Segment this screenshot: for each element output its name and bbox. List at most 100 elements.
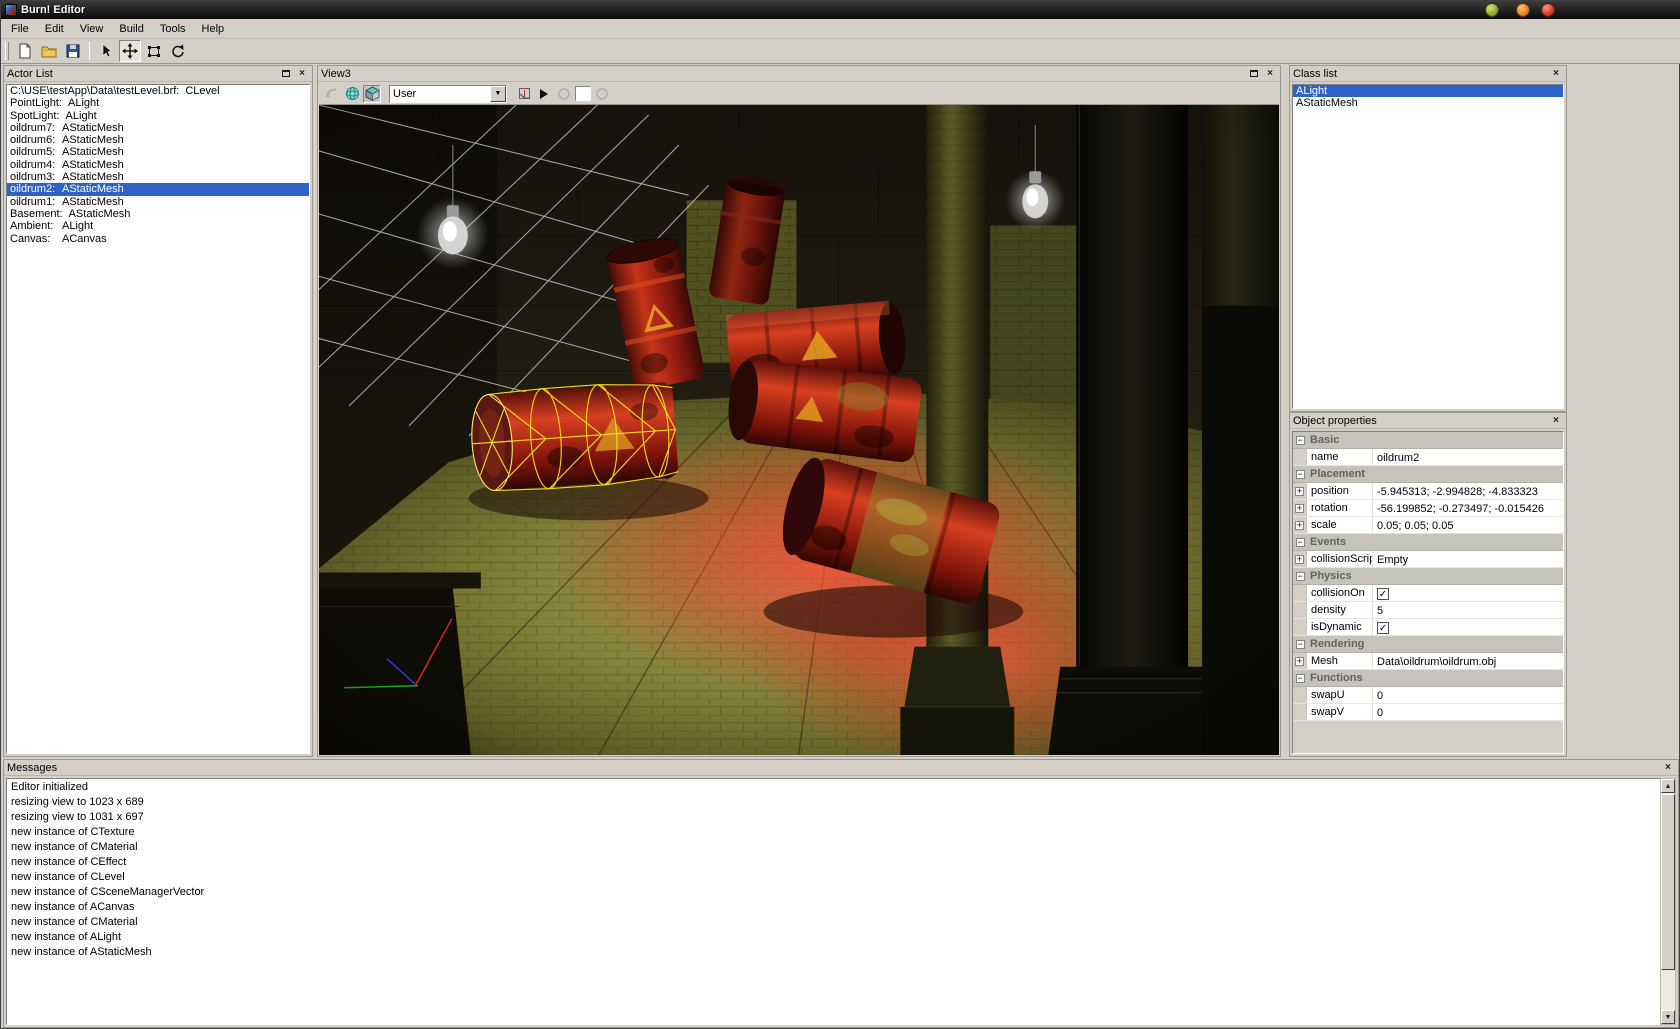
actor-list-body[interactable]: C:\USE\testApp\Data\testLevel.brf:CLevel… bbox=[6, 84, 310, 754]
actor-row[interactable]: Canvas:ACanvas bbox=[7, 233, 309, 245]
property-group-header[interactable]: −Events bbox=[1293, 534, 1563, 551]
class-list-body[interactable]: ALightAStaticMesh bbox=[1292, 84, 1564, 409]
title-bar[interactable]: Burn! Editor bbox=[1, 1, 1680, 19]
expand-icon[interactable]: + bbox=[1295, 521, 1304, 530]
property-value[interactable]: oildrum2 bbox=[1373, 449, 1563, 465]
close-panel-button[interactable]: × bbox=[1263, 67, 1277, 80]
scroll-thumb[interactable] bbox=[1661, 794, 1675, 970]
camera-nav-button[interactable] bbox=[323, 85, 341, 103]
maximize-button[interactable] bbox=[1516, 3, 1530, 17]
class-list-caption[interactable]: Class list × bbox=[1290, 66, 1566, 82]
actor-row[interactable]: oildrum4:AStaticMesh bbox=[7, 159, 309, 171]
play-button[interactable] bbox=[535, 85, 553, 103]
property-row[interactable]: +collisionScriptEmpty bbox=[1293, 551, 1563, 568]
property-value[interactable]: -5.945313; -2.994828; -4.833323 bbox=[1373, 483, 1563, 499]
actor-row[interactable]: oildrum2:AStaticMesh bbox=[7, 183, 309, 195]
property-row[interactable]: +position-5.945313; -2.994828; -4.833323 bbox=[1293, 483, 1563, 500]
property-row[interactable]: swapU0 bbox=[1293, 687, 1563, 704]
property-value[interactable]: 5 bbox=[1373, 602, 1563, 618]
close-panel-button[interactable]: × bbox=[1549, 414, 1563, 427]
property-value[interactable]: 0.05; 0.05; 0.05 bbox=[1373, 517, 1563, 533]
menu-item-view[interactable]: View bbox=[72, 21, 112, 37]
actor-list-caption[interactable]: Actor List × bbox=[4, 66, 312, 82]
actor-row[interactable]: Basement:AStaticMesh bbox=[7, 208, 309, 220]
property-row[interactable]: density5 bbox=[1293, 602, 1563, 619]
menu-item-help[interactable]: Help bbox=[194, 21, 233, 37]
actor-row[interactable]: oildrum6:AStaticMesh bbox=[7, 134, 309, 146]
disabled-tool-button-1[interactable] bbox=[555, 85, 573, 103]
viewport-3d-scene[interactable] bbox=[319, 105, 1279, 755]
property-value[interactable]: -56.199852; -0.273497; -0.015426 bbox=[1373, 500, 1563, 516]
property-value[interactable]: Empty bbox=[1373, 551, 1563, 567]
property-group-header[interactable]: −Physics bbox=[1293, 568, 1563, 585]
toolbar-grip[interactable] bbox=[5, 42, 9, 60]
property-group-header[interactable]: −Basic bbox=[1293, 432, 1563, 449]
disabled-tool-button-2[interactable] bbox=[593, 85, 611, 103]
actor-row[interactable]: C:\USE\testApp\Data\testLevel.brf:CLevel bbox=[7, 85, 309, 97]
collapse-icon[interactable]: − bbox=[1296, 436, 1305, 445]
property-group-header[interactable]: −Functions bbox=[1293, 670, 1563, 687]
camera-select[interactable]: User ▼ bbox=[389, 85, 507, 103]
chevron-down-icon[interactable]: ▼ bbox=[490, 86, 506, 102]
scroll-up-button[interactable]: ▲ bbox=[1661, 779, 1675, 793]
close-panel-button[interactable]: × bbox=[295, 67, 309, 80]
scale-tool-button[interactable] bbox=[143, 40, 165, 62]
move-tool-button[interactable] bbox=[119, 40, 141, 62]
property-value[interactable]: 0 bbox=[1373, 704, 1563, 720]
open-file-button[interactable] bbox=[38, 40, 60, 62]
expand-icon[interactable]: + bbox=[1295, 657, 1304, 666]
property-row[interactable]: +MeshData\oildrum\oildrum.obj bbox=[1293, 653, 1563, 670]
float-panel-button[interactable] bbox=[1247, 67, 1261, 80]
property-group-header[interactable]: −Placement bbox=[1293, 466, 1563, 483]
property-group-header[interactable]: −Rendering bbox=[1293, 636, 1563, 653]
minimize-button[interactable] bbox=[1485, 3, 1499, 17]
property-value[interactable]: 0 bbox=[1373, 687, 1563, 703]
collapse-icon[interactable]: − bbox=[1296, 470, 1305, 479]
messages-caption[interactable]: Messages × bbox=[4, 760, 1678, 776]
actor-row[interactable]: oildrum3:AStaticMesh bbox=[7, 171, 309, 183]
class-row[interactable]: AStaticMesh bbox=[1293, 97, 1563, 109]
collapse-icon[interactable]: − bbox=[1296, 572, 1305, 581]
viewport-caption[interactable]: View3 × bbox=[318, 66, 1280, 82]
menu-item-build[interactable]: Build bbox=[111, 21, 151, 37]
actor-row[interactable]: oildrum7:AStaticMesh bbox=[7, 122, 309, 134]
collapse-icon[interactable]: − bbox=[1296, 640, 1305, 649]
cube-shading-button[interactable] bbox=[363, 85, 381, 103]
collapse-icon[interactable]: − bbox=[1296, 538, 1305, 547]
float-panel-button[interactable] bbox=[279, 67, 293, 80]
expand-icon[interactable]: + bbox=[1295, 504, 1304, 513]
expand-icon[interactable]: + bbox=[1295, 555, 1304, 564]
property-value[interactable]: ✓ bbox=[1373, 585, 1563, 601]
class-row[interactable]: ALight bbox=[1293, 85, 1563, 97]
checkbox-checked[interactable]: ✓ bbox=[1377, 622, 1389, 634]
actor-row[interactable]: SpotLight:ALight bbox=[7, 110, 309, 122]
select-tool-button[interactable] bbox=[95, 40, 117, 62]
messages-body[interactable]: Editor initializedresizing view to 1023 … bbox=[6, 778, 1660, 1025]
property-value[interactable]: ✓ bbox=[1373, 619, 1563, 635]
actor-row[interactable]: oildrum1:AStaticMesh bbox=[7, 196, 309, 208]
rotate-tool-button[interactable] bbox=[167, 40, 189, 62]
expand-icon[interactable]: + bbox=[1295, 487, 1304, 496]
property-row[interactable]: +scale0.05; 0.05; 0.05 bbox=[1293, 517, 1563, 534]
close-button[interactable] bbox=[1541, 3, 1555, 17]
property-row[interactable]: +rotation-56.199852; -0.273497; -0.01542… bbox=[1293, 500, 1563, 517]
property-value[interactable]: Data\oildrum\oildrum.obj bbox=[1373, 653, 1563, 669]
actor-row[interactable]: oildrum5:AStaticMesh bbox=[7, 146, 309, 158]
property-row[interactable]: isDynamic✓ bbox=[1293, 619, 1563, 636]
property-row[interactable]: nameoildrum2 bbox=[1293, 449, 1563, 466]
checkbox-checked[interactable]: ✓ bbox=[1377, 588, 1389, 600]
actor-row[interactable]: PointLight:ALight bbox=[7, 97, 309, 109]
save-button[interactable] bbox=[62, 40, 84, 62]
blank-toggle-button[interactable] bbox=[575, 86, 591, 101]
new-file-button[interactable] bbox=[14, 40, 36, 62]
menu-item-file[interactable]: File bbox=[3, 21, 37, 37]
axes-toggle-button[interactable] bbox=[515, 85, 533, 103]
property-row[interactable]: swapV0 bbox=[1293, 704, 1563, 721]
menu-item-tools[interactable]: Tools bbox=[152, 21, 194, 37]
close-panel-button[interactable]: × bbox=[1549, 67, 1563, 80]
collapse-icon[interactable]: − bbox=[1296, 674, 1305, 683]
sphere-shading-button[interactable] bbox=[343, 85, 361, 103]
property-grid[interactable]: −Basicnameoildrum2−Placement+position-5.… bbox=[1292, 431, 1564, 754]
scroll-down-button[interactable]: ▼ bbox=[1661, 1010, 1675, 1024]
messages-scrollbar[interactable]: ▲ ▼ bbox=[1660, 778, 1676, 1025]
